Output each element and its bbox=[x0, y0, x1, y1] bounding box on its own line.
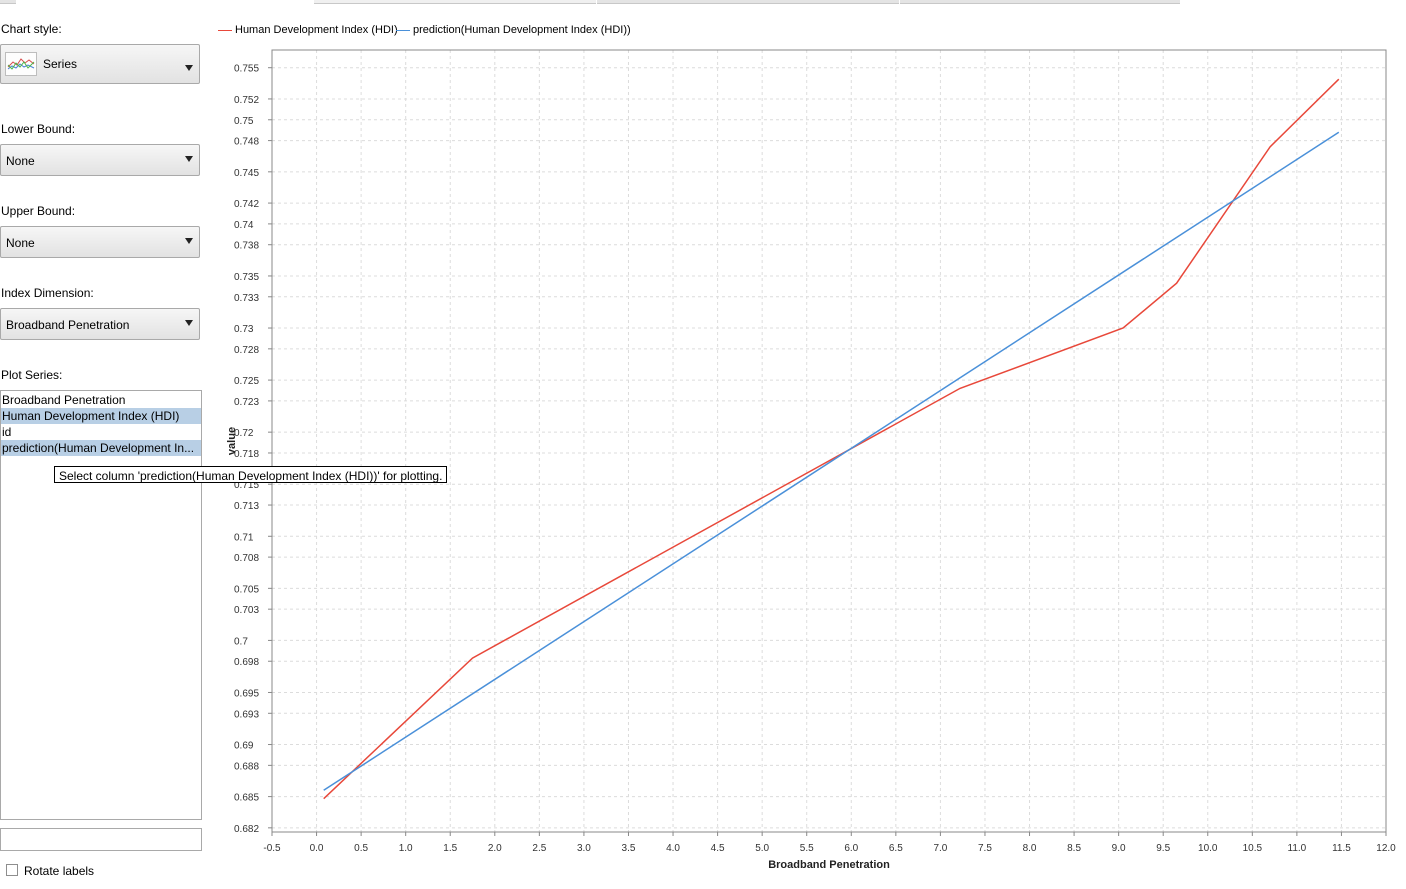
y-tick-label: 0.735 bbox=[234, 272, 259, 283]
y-tick-label: 0.708 bbox=[234, 553, 259, 564]
y-tick-label: 0.728 bbox=[234, 345, 259, 356]
upper-bound-label: Upper Bound: bbox=[1, 204, 76, 218]
x-tick-label: 7.5 bbox=[978, 843, 992, 854]
x-tick-label: 6.5 bbox=[889, 843, 903, 854]
series-line-prediction bbox=[323, 131, 1340, 791]
x-tick-label: 9.0 bbox=[1112, 843, 1126, 854]
y-tick-label: 0.69 bbox=[234, 741, 254, 752]
y-tick-label: 0.745 bbox=[234, 168, 259, 179]
x-tick-label: 12.0 bbox=[1376, 843, 1396, 854]
x-tick-label: 11.0 bbox=[1288, 843, 1307, 854]
y-tick-label: 0.71 bbox=[234, 532, 254, 543]
x-tick-label: 9.5 bbox=[1156, 843, 1170, 854]
y-tick-label: 0.698 bbox=[234, 657, 259, 668]
x-tick-label: 0.0 bbox=[310, 843, 324, 854]
y-tick-label: 0.695 bbox=[234, 688, 259, 699]
y-tick-label: 0.7 bbox=[234, 636, 248, 647]
list-item[interactable]: Broadband Penetration bbox=[1, 392, 201, 408]
chart-style-value: Series bbox=[43, 57, 78, 71]
index-dimension-label: Index Dimension: bbox=[1, 286, 94, 300]
plot-series-label: Plot Series: bbox=[1, 368, 63, 382]
x-tick-label: 6.0 bbox=[844, 843, 858, 854]
y-tick-label: 0.738 bbox=[234, 241, 259, 252]
y-tick-label: 0.682 bbox=[234, 824, 259, 835]
chart-style-select[interactable]: Series bbox=[0, 44, 200, 84]
x-tick-label: 1.5 bbox=[443, 843, 457, 854]
chart-style-label: Chart style: bbox=[1, 22, 62, 36]
x-tick-label: 1.0 bbox=[399, 843, 413, 854]
x-tick-label: 5.0 bbox=[755, 843, 769, 854]
y-tick-label: 0.685 bbox=[234, 793, 259, 804]
x-tick-label: 5.5 bbox=[800, 843, 814, 854]
lower-bound-value: None bbox=[6, 154, 35, 168]
x-tick-label: 8.0 bbox=[1023, 843, 1037, 854]
lower-bound-label: Lower Bound: bbox=[1, 122, 76, 136]
x-tick-label: 4.5 bbox=[711, 843, 725, 854]
index-dimension-select[interactable]: Broadband Penetration bbox=[0, 308, 200, 340]
y-tick-label: 0.713 bbox=[234, 501, 259, 512]
upper-bound-select[interactable]: None bbox=[0, 226, 200, 258]
filter-input[interactable] bbox=[0, 828, 202, 851]
plot-series-list[interactable]: Broadband Penetration Human Development … bbox=[0, 390, 202, 820]
y-axis-title: value bbox=[226, 427, 238, 455]
y-tick-label: 0.748 bbox=[234, 137, 259, 148]
y-tick-label: 0.75 bbox=[234, 116, 254, 127]
x-tick-label: 4.0 bbox=[666, 843, 680, 854]
chart-view-window: Chart style: Series Lower Bound: None Up… bbox=[0, 0, 1406, 889]
list-item[interactable]: Human Development Index (HDI) bbox=[1, 408, 201, 424]
rotate-labels-checkbox[interactable] bbox=[6, 864, 18, 876]
x-tick-label: 2.0 bbox=[488, 843, 502, 854]
x-tick-label: 10.5 bbox=[1243, 843, 1263, 854]
x-axis-title: Broadband Penetration bbox=[768, 859, 890, 871]
series-chart: Human Development Index (HDI) prediction… bbox=[210, 0, 1406, 889]
y-tick-label: 0.725 bbox=[234, 376, 259, 387]
list-item[interactable]: id bbox=[1, 424, 201, 440]
y-tick-label: 0.742 bbox=[234, 199, 259, 210]
x-tick-label: 8.5 bbox=[1067, 843, 1081, 854]
y-tick-label: 0.755 bbox=[234, 64, 259, 75]
y-tick-label: 0.723 bbox=[234, 397, 259, 408]
x-tick-label: 0.5 bbox=[354, 843, 368, 854]
x-tick-label: 10.0 bbox=[1198, 843, 1218, 854]
tab[interactable] bbox=[0, 0, 16, 4]
y-tick-label: 0.688 bbox=[234, 761, 259, 772]
plot-series-tooltip: Select column 'prediction(Human Developm… bbox=[54, 466, 448, 483]
lower-bound-select[interactable]: None bbox=[0, 144, 200, 176]
plot-area: -0.5 0.0 0.5 1.0 1.5 2.0 2.5 3.0 3.5 4.0 4.5 5.0 5.5… bbox=[226, 49, 1396, 871]
chevron-down-icon bbox=[185, 238, 193, 244]
y-tick-label: 0.74 bbox=[234, 220, 254, 231]
chevron-down-icon bbox=[185, 65, 193, 71]
y-tick-label: 0.752 bbox=[234, 95, 259, 106]
upper-bound-value: None bbox=[6, 236, 35, 250]
x-tick-label: 3.5 bbox=[622, 843, 636, 854]
y-tick-label: 0.703 bbox=[234, 605, 259, 616]
x-tick-label: 3.0 bbox=[577, 843, 591, 854]
rotate-labels-label: Rotate labels bbox=[24, 864, 95, 878]
x-tick-label: 2.5 bbox=[532, 843, 546, 854]
index-dimension-value: Broadband Penetration bbox=[6, 318, 130, 332]
y-tick-label: 0.705 bbox=[234, 584, 259, 595]
x-tick-label: -0.5 bbox=[263, 843, 281, 854]
x-tick-label: 7.0 bbox=[933, 843, 947, 854]
y-tick-label: 0.733 bbox=[234, 293, 259, 304]
y-tick-label: 0.693 bbox=[234, 709, 259, 720]
chevron-down-icon bbox=[185, 156, 193, 162]
x-tick-label: 11.5 bbox=[1332, 843, 1351, 854]
list-item[interactable]: prediction(Human Development In... bbox=[1, 440, 201, 456]
chevron-down-icon bbox=[185, 320, 193, 326]
y-tick-label: 0.73 bbox=[234, 324, 254, 335]
series-chart-icon bbox=[5, 52, 37, 76]
